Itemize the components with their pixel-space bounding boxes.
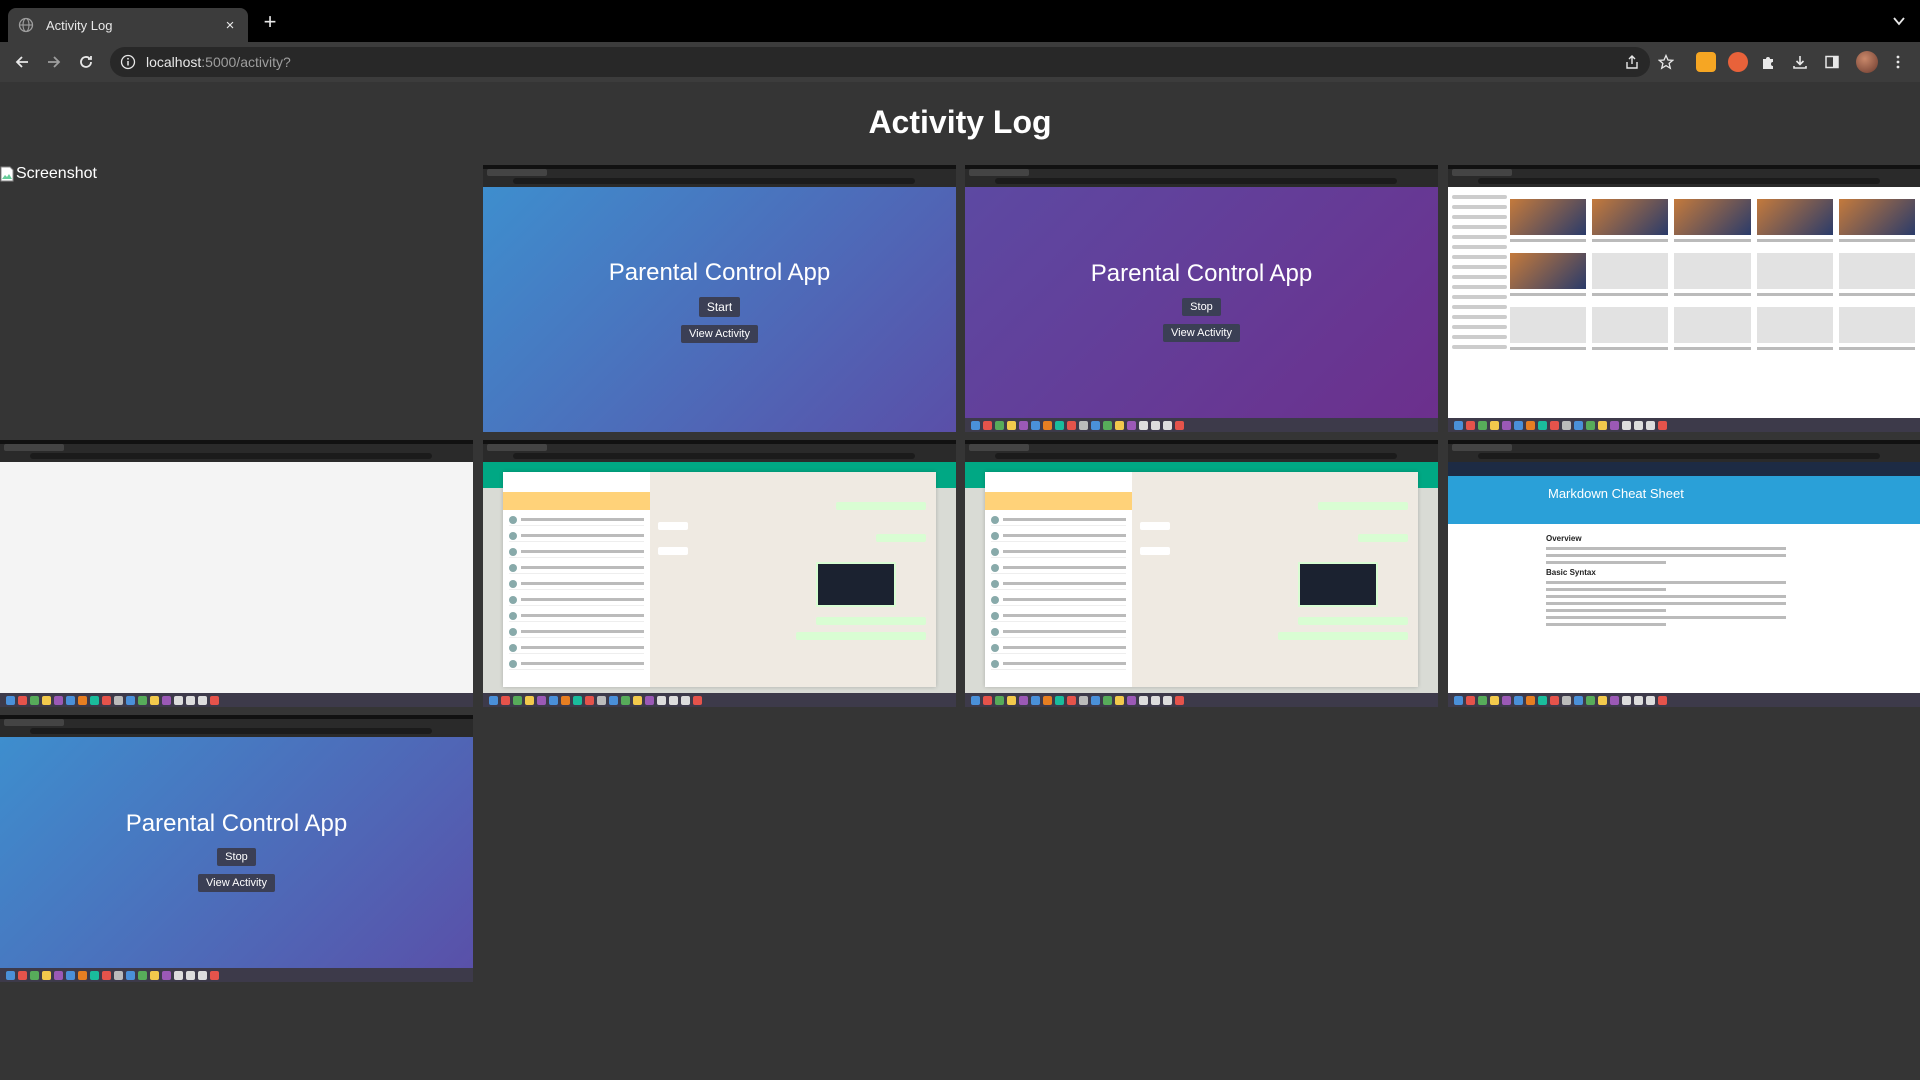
chat-list [985,472,1133,687]
sidepanel-button[interactable] [1822,52,1842,72]
sidepanel-icon [1825,55,1839,69]
kebab-menu-icon [1896,55,1900,69]
video-site-view [1448,187,1920,418]
menu-button[interactable] [1888,52,1908,72]
mini-browser-bar [965,440,1438,462]
dock [965,693,1438,707]
screenshot-thumbnail[interactable]: Parental Control App Start View Activity [483,165,956,432]
tab-activity-log[interactable]: Activity Log × [8,8,248,42]
messaging-app-view [965,462,1438,693]
view-activity-button: View Activity [198,873,275,892]
screenshot-thumbnail[interactable] [0,440,473,707]
mini-browser-bar [0,715,473,737]
star-icon [1658,54,1674,70]
parental-app-view: Parental Control App Start View Activity [483,187,956,418]
chat-panel [1132,472,1418,687]
screenshot-thumbnail[interactable] [483,440,956,707]
mini-browser-bar [1448,165,1920,187]
dock [483,693,956,707]
mini-browser-bar [965,165,1438,187]
screenshot-thumbnail[interactable]: Markdown Cheat Sheet Overview Basic Synt… [1448,440,1920,707]
screenshot-thumbnail[interactable]: Parental Control App Stop View Activity [965,165,1438,432]
view-activity-button: View Activity [681,324,758,343]
start-button: Start [698,296,741,317]
markdown-guide-view: Markdown Cheat Sheet Overview Basic Synt… [1448,462,1920,693]
screenshot-thumbnail[interactable]: Parental Control App Stop View Activity [0,715,473,982]
mini-browser-bar [1448,440,1920,462]
download-button[interactable] [1790,52,1810,72]
dock [0,968,473,982]
dock [1448,418,1920,432]
address-bar[interactable]: localhost:5000/activity? [110,47,1650,77]
video-thumbnail-grid [1510,199,1915,357]
broken-screenshot-image: Screenshot [0,165,97,183]
browser-toolbar: localhost:5000/activity? [0,42,1920,82]
reload-button[interactable] [76,52,96,72]
view-activity-button: View Activity [1163,323,1240,342]
page-title: Activity Log [868,104,1052,140]
reload-icon [80,56,92,68]
forward-button[interactable] [44,52,64,72]
forward-arrow-icon [48,56,61,68]
puzzle-icon [1763,57,1773,69]
back-arrow-icon [15,56,28,68]
app-title: Parental Control App [1090,259,1313,287]
screenshot-thumbnail[interactable] [1448,165,1920,432]
overview-heading: Overview [1546,534,1582,543]
app-title: Parental Control App [608,258,831,286]
extension-orange-icon[interactable] [1728,52,1748,72]
screenshot-alt-text: Screenshot [16,165,97,182]
share-button[interactable] [1622,52,1642,72]
extensions-button[interactable] [1758,52,1778,72]
app-title: Parental Control App [125,809,348,837]
stop-button: Stop [217,847,256,866]
tab-strip: Activity Log × + [0,0,1920,42]
info-icon[interactable] [120,54,136,70]
dock [0,693,473,707]
markdown-hero: Markdown Cheat Sheet [1448,476,1920,524]
extension-yellow-icon[interactable] [1696,52,1716,72]
new-tab-button[interactable]: + [258,10,282,34]
dock [965,418,1438,432]
mini-browser-bar [0,440,473,462]
share-icon [1626,55,1638,69]
back-button[interactable] [12,52,32,72]
url-text: localhost:5000/activity? [146,54,291,70]
bookmark-button[interactable] [1656,52,1676,72]
messaging-app-view [483,462,956,693]
parental-app-view: Parental Control App Stop View Activity [965,187,1438,418]
screenshot-thumbnail[interactable] [965,440,1438,707]
broken-image-icon [0,166,14,182]
basic-syntax-heading: Basic Syntax [1546,568,1596,577]
mini-browser-bar [483,165,956,187]
chat-list [503,472,651,687]
globe-icon [18,17,34,33]
download-icon [1793,56,1807,69]
mini-browser-bar [483,440,956,462]
chevron-down-icon[interactable] [1892,14,1906,28]
stop-button: Stop [1182,297,1221,316]
chat-panel [650,472,936,687]
video-site-sidebar [1452,195,1507,355]
tab-title: Activity Log [46,17,113,33]
dock [1448,693,1920,707]
close-tab-icon[interactable]: × [222,17,238,34]
avatar[interactable] [1856,51,1878,73]
parental-app-view: Parental Control App Stop View Activity [0,737,473,968]
